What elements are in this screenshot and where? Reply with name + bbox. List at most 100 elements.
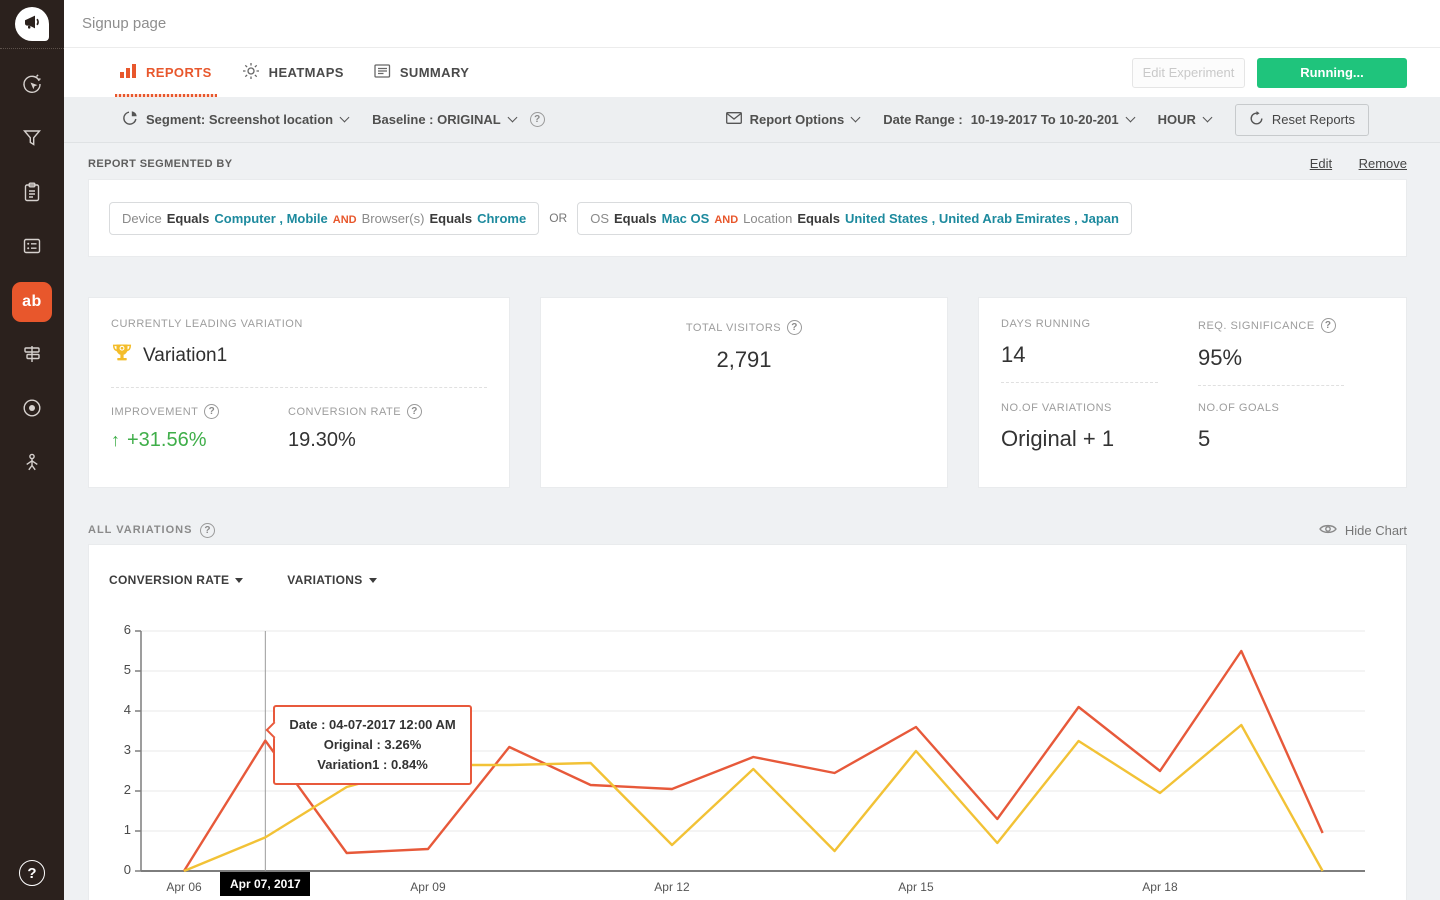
- logo-container: [0, 0, 64, 49]
- chevron-down-icon: [507, 113, 517, 123]
- segment-chips: Device Equals Computer , Mobile AND Browser(…: [88, 179, 1407, 257]
- x-axis-label: Apr 12: [632, 880, 712, 894]
- chip-token: AND: [714, 214, 738, 226]
- all-variations-help-icon[interactable]: ?: [200, 523, 215, 538]
- metric-dropdown[interactable]: CONVERSION RATE: [109, 573, 243, 587]
- y-axis-label: 1: [107, 822, 131, 837]
- y-axis-label: 0: [107, 862, 131, 877]
- ab-tile-label: ab: [22, 293, 42, 311]
- x-axis-label: Apr 15: [876, 880, 956, 894]
- tooltip-line: Variation1 : 0.84%: [289, 755, 455, 775]
- signpost-icon: [21, 343, 43, 370]
- envelope-icon: [726, 112, 742, 127]
- record-icon: [21, 397, 43, 424]
- chevron-down-icon: [1125, 113, 1135, 123]
- num-variations-label: NO.OF VARIATIONS: [1001, 402, 1198, 414]
- eye-icon: [1319, 523, 1337, 538]
- significance-help-icon[interactable]: ?: [1321, 318, 1336, 333]
- edit-experiment-button[interactable]: Edit Experiment: [1132, 58, 1245, 88]
- summary-cards: CURRENTLY LEADING VARIATION Variation1 I…: [88, 297, 1407, 488]
- filter-bar: Segment: Screenshot location Baseline : …: [64, 97, 1440, 143]
- person-star-icon: [21, 451, 43, 478]
- chip-token: Equals: [167, 211, 210, 226]
- main-area: Signup page REPORTS HEATMAPS SUMMARY Edi…: [64, 0, 1440, 900]
- chip-token: Browser(s): [362, 211, 425, 226]
- tab-summary[interactable]: SUMMARY: [374, 48, 469, 97]
- y-axis-label: 6: [107, 622, 131, 637]
- total-visitors-card: TOTAL VISITORS? 2,791: [540, 297, 948, 488]
- trophy-icon: [111, 342, 133, 369]
- date-range-value: 10-19-2017 To 10-20-201: [971, 112, 1119, 127]
- y-axis-label: 4: [107, 702, 131, 717]
- tab-reports[interactable]: REPORTS: [120, 48, 212, 97]
- line-chart[interactable]: Date : 04-07-2017 12:00 AMOriginal : 3.2…: [141, 631, 1365, 900]
- tab-heatmaps-label: HEATMAPS: [269, 65, 344, 80]
- segment-selector-label: Segment: Screenshot location: [146, 112, 333, 127]
- vwo-logo[interactable]: [15, 7, 49, 41]
- y-axis-label: 2: [107, 782, 131, 797]
- form-list-icon: [21, 235, 43, 262]
- conversion-help-icon[interactable]: ?: [407, 404, 422, 419]
- report-options-label: Report Options: [750, 112, 845, 127]
- running-status-button[interactable]: Running...: [1257, 58, 1407, 88]
- baseline-selector-label: Baseline : ORIGINAL: [372, 112, 501, 127]
- visitors-help-icon[interactable]: ?: [787, 320, 802, 335]
- tooltip-line: Date : 04-07-2017 12:00 AM: [289, 715, 455, 735]
- report-options-menu[interactable]: Report Options: [726, 112, 860, 127]
- page-title: Signup page: [82, 15, 166, 32]
- up-arrow-icon: ↑: [111, 430, 120, 451]
- sidebar-item-record[interactable]: [0, 383, 64, 437]
- chip-token: Computer , Mobile: [214, 211, 327, 226]
- baseline-selector[interactable]: Baseline : ORIGINAL: [372, 112, 516, 127]
- total-visitors-value: 2,791: [561, 347, 927, 373]
- segment-chip[interactable]: Device Equals Computer , Mobile AND Browser(…: [109, 202, 539, 235]
- y-axis-label: 5: [107, 662, 131, 677]
- x-axis-label: Apr 06: [144, 880, 224, 894]
- chip-token: Equals: [797, 211, 840, 226]
- segment-remove-link[interactable]: Remove: [1359, 156, 1407, 171]
- top-header: Signup page: [64, 0, 1440, 48]
- highlighted-date-label: Apr 07, 2017: [220, 872, 310, 896]
- sidebar-nav: ab: [0, 49, 64, 491]
- granularity-selector[interactable]: HOUR: [1158, 112, 1211, 127]
- segment-chip[interactable]: OSEqualsMac OSANDLocationEqualsUnited St…: [577, 202, 1132, 235]
- sidebar-item-signpost[interactable]: [0, 329, 64, 383]
- series-dropdown[interactable]: VARIATIONS: [287, 573, 376, 587]
- num-variations-value: Original + 1: [1001, 426, 1198, 452]
- improvement-label: IMPROVEMENT: [111, 406, 198, 418]
- reset-reports-button[interactable]: Reset Reports: [1235, 104, 1369, 136]
- chip-token: Equals: [429, 211, 472, 226]
- megaphone-icon: [22, 13, 42, 36]
- reset-circular-arrow-icon: [1249, 111, 1264, 129]
- segment-selector[interactable]: Segment: Screenshot location: [122, 110, 348, 129]
- granularity-label: HOUR: [1158, 112, 1196, 127]
- hide-chart-button[interactable]: Hide Chart: [1319, 523, 1407, 538]
- sidebar-item-click-tracking[interactable]: [0, 59, 64, 113]
- content-area: REPORT SEGMENTED BY Edit Remove Device Eq…: [64, 155, 1440, 900]
- chip-token: AND: [333, 214, 357, 226]
- chip-token: Mac OS: [662, 211, 710, 226]
- chip-token: United States , United Arab Emirates , J…: [845, 211, 1119, 226]
- tab-heatmaps[interactable]: HEATMAPS: [242, 48, 344, 97]
- conversion-rate-label: CONVERSION RATE: [288, 406, 401, 418]
- baseline-help-icon[interactable]: ?: [530, 112, 545, 127]
- chip-token: Device: [122, 211, 162, 226]
- segment-edit-link[interactable]: Edit: [1310, 156, 1332, 171]
- chart-tooltip: Date : 04-07-2017 12:00 AMOriginal : 3.2…: [273, 705, 471, 785]
- all-variations-title: ALL VARIATIONS: [88, 524, 192, 536]
- chip-token: OS: [590, 211, 609, 226]
- summary-doc-icon: [374, 63, 391, 82]
- date-range-control[interactable]: Date Range : 10-19-2017 To 10-20-201: [883, 112, 1133, 127]
- num-goals-label: NO.OF GOALS: [1198, 402, 1384, 414]
- sidebar-item-ab-testing[interactable]: ab: [0, 275, 64, 329]
- sidebar-item-clipboard[interactable]: [0, 167, 64, 221]
- sidebar-item-person[interactable]: [0, 437, 64, 491]
- sidebar-item-funnel[interactable]: [0, 113, 64, 167]
- sidebar-help-button[interactable]: ?: [0, 860, 64, 886]
- improvement-help-icon[interactable]: ?: [204, 404, 219, 419]
- heatmap-sun-icon: [242, 62, 260, 83]
- experiment-stats-card: DAYS RUNNING 14 REQ. SIGNIFICANCE? 95% N…: [978, 297, 1407, 488]
- hide-chart-label: Hide Chart: [1345, 523, 1407, 538]
- sidebar-item-forms[interactable]: [0, 221, 64, 275]
- report-segmented-by-title: REPORT SEGMENTED BY: [88, 158, 233, 170]
